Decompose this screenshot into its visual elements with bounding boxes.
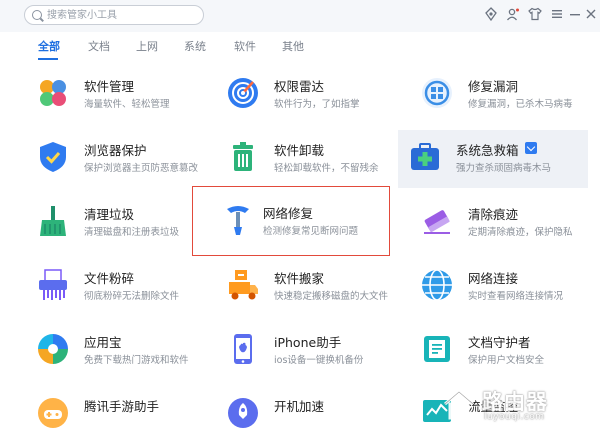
network-connection-icon xyxy=(420,268,454,302)
tool-title: 清理垃圾 xyxy=(84,207,135,222)
tool-title: 开机加速 xyxy=(274,399,325,414)
tool-desc: 定期清除痕迹，保护隐私 xyxy=(468,227,573,238)
tab-software[interactable]: 软件 xyxy=(234,38,256,54)
software-manager-icon xyxy=(36,76,70,110)
tab-all[interactable]: 全部 xyxy=(38,38,60,54)
tool-card-first-aid-kit[interactable]: 系统急救箱 强力查杀顽固病毒木马 xyxy=(398,130,588,188)
tool-card-permission-radar[interactable]: 权限雷达 软件行为，了如指掌 xyxy=(198,66,388,124)
tool-desc: 实时查看网络连接情况 xyxy=(468,291,564,302)
boot-speedup-icon xyxy=(226,396,260,430)
tool-title: 网络修复 xyxy=(263,206,314,221)
tool-title: 软件卸载 xyxy=(274,143,325,158)
tool-desc: 彻底粉碎无法删除文件 xyxy=(84,291,180,302)
permission-radar-icon xyxy=(226,76,260,110)
clear-traces-icon xyxy=(420,204,454,238)
tool-desc: 修复漏洞，已杀木马病毒 xyxy=(468,99,573,110)
user-icon[interactable] xyxy=(506,7,520,21)
vulnerability-fix-icon xyxy=(420,76,454,110)
router-house-icon xyxy=(444,390,474,420)
software-uninstall-icon xyxy=(226,140,260,174)
tool-card-boot-speedup[interactable]: 开机加速 xyxy=(198,386,388,432)
network-repair-icon xyxy=(221,203,255,237)
first-aid-kit-icon xyxy=(408,140,442,174)
tool-title: 清除痕迹 xyxy=(468,207,519,222)
browser-protect-icon xyxy=(36,140,70,174)
tool-card-clear-traces[interactable]: 清除痕迹 定期清除痕迹，保护隐私 xyxy=(392,194,582,252)
software-move-icon xyxy=(226,268,260,302)
search-box[interactable] xyxy=(24,5,204,25)
mobile-game-icon xyxy=(36,396,70,430)
menu-icon[interactable] xyxy=(550,7,564,21)
tool-title: 腾讯手游助手 xyxy=(84,399,160,414)
tool-card-software-move[interactable]: 软件搬家 快速稳定搬移磁盘的大文件 xyxy=(198,258,388,316)
tool-desc: 检测修复常见断网问题 xyxy=(263,226,359,237)
tab-documents[interactable]: 文档 xyxy=(88,38,110,54)
tool-card-clean-trash[interactable]: 清理垃圾 清理磁盘和注册表垃圾 xyxy=(8,194,198,252)
tab-internet[interactable]: 上网 xyxy=(136,38,158,54)
top-bar xyxy=(0,0,600,32)
tool-desc: 保护用户文档安全 xyxy=(468,355,545,366)
tool-card-software-manager[interactable]: 软件管理 海量软件、轻松管理 xyxy=(8,66,198,124)
tool-card-mobile-game[interactable]: 腾讯手游助手 xyxy=(8,386,198,432)
tool-title: 软件管理 xyxy=(84,79,135,94)
tool-desc: 保护浏览器主页防恶意篡改 xyxy=(84,163,199,174)
tool-desc: 强力查杀顽固病毒木马 xyxy=(456,163,552,174)
tool-card-vulnerability-fix[interactable]: 修复漏洞 修复漏洞，已杀木马病毒 xyxy=(392,66,582,124)
tool-card-browser-protect[interactable]: 浏览器保护 保护浏览器主页防恶意篡改 xyxy=(8,130,198,188)
tool-desc: 软件行为，了如指掌 xyxy=(274,99,360,110)
search-icon xyxy=(32,10,42,20)
watermark: 路由器 luyouqi.com xyxy=(442,386,592,426)
tool-title: 修复漏洞 xyxy=(468,79,519,94)
tool-card-app-store[interactable]: 应用宝 免费下载热门游戏和软件 xyxy=(8,322,198,380)
tool-desc: 免费下载热门游戏和软件 xyxy=(84,355,189,366)
close-icon[interactable] xyxy=(584,7,598,21)
file-shredder-icon xyxy=(36,268,70,302)
tool-title: 浏览器保护 xyxy=(84,143,147,158)
tab-system[interactable]: 系统 xyxy=(184,38,206,54)
tab-other[interactable]: 其他 xyxy=(282,38,304,54)
search-input[interactable] xyxy=(47,7,197,23)
download-badge xyxy=(524,142,537,154)
tool-title: 系统急救箱 xyxy=(456,140,537,159)
skin-icon[interactable] xyxy=(484,7,498,22)
clean-trash-icon xyxy=(36,204,70,238)
active-tab-indicator xyxy=(38,58,58,60)
tool-title: 应用宝 xyxy=(84,335,122,350)
tool-card-iphone-assistant[interactable]: iPhone助手 ios设备一键换机备份 xyxy=(198,322,388,380)
iphone-assistant-icon xyxy=(226,332,260,366)
tool-title: 文档守护者 xyxy=(468,335,531,350)
tool-card-file-shredder[interactable]: 文件粉碎 彻底粉碎无法删除文件 xyxy=(8,258,198,316)
shirt-icon[interactable] xyxy=(528,7,542,21)
tool-title: iPhone助手 xyxy=(274,335,342,350)
tool-desc: 海量软件、轻松管理 xyxy=(84,99,170,110)
tool-desc: 清理磁盘和注册表垃圾 xyxy=(84,227,180,238)
app-store-icon xyxy=(36,332,70,366)
tool-card-network-connection[interactable]: 网络连接 实时查看网络连接情况 xyxy=(392,258,582,316)
tool-desc: 快速稳定搬移磁盘的大文件 xyxy=(274,291,389,302)
tool-card-document-guardian[interactable]: 文档守护者 保护用户文档安全 xyxy=(392,322,582,380)
watermark-subtext: luyouqi.com xyxy=(484,412,545,422)
tool-desc: 轻松卸载软件，不留残余 xyxy=(274,163,379,174)
tool-title: 网络连接 xyxy=(468,271,519,286)
tool-card-network-repair[interactable]: 网络修复 检测修复常见断网问题 xyxy=(192,186,390,256)
tool-card-software-uninstall[interactable]: 软件卸载 轻松卸载软件，不留残余 xyxy=(198,130,388,188)
document-guardian-icon xyxy=(420,332,454,366)
tool-title: 权限雷达 xyxy=(274,79,325,94)
tool-desc: ios设备一键换机备份 xyxy=(274,355,364,366)
tool-title: 文件粉碎 xyxy=(84,271,135,286)
tool-title: 软件搬家 xyxy=(274,271,325,286)
minimize-icon[interactable] xyxy=(568,7,582,21)
